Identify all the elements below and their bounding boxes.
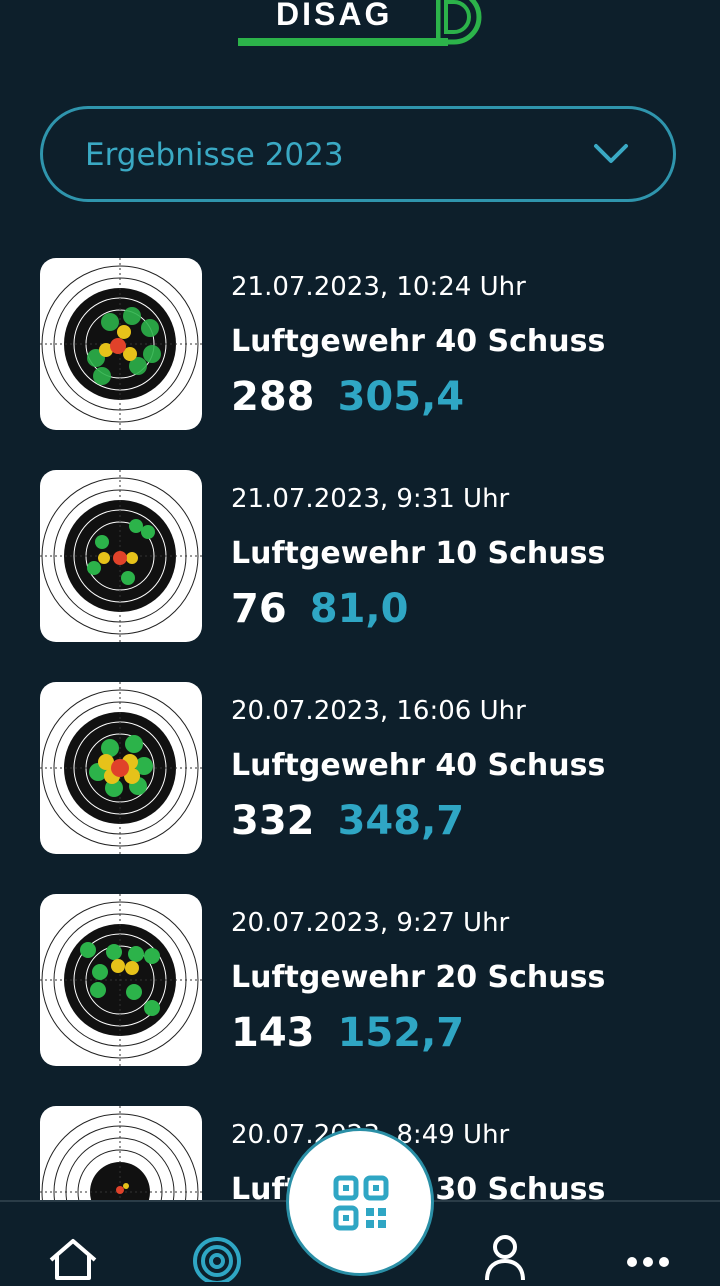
logo-text: DISAG [276,0,393,32]
target-thumbnail [40,470,202,642]
score-integer: 288 [231,374,315,420]
result-scores: 143 152,7 [231,1010,464,1056]
disag-logo: DISAG [238,0,488,50]
result-item[interactable]: 21.07.2023, 9:31 Uhr Luftgewehr 10 Schus… [0,470,720,650]
result-discipline: Luftgewehr 10 Schuss [231,536,606,571]
result-datetime: 21.07.2023, 9:31 Uhr [231,484,510,514]
score-decimal: 81,0 [309,586,409,632]
logo-d-mark [436,0,482,45]
profile-icon [485,1235,525,1281]
score-decimal: 305,4 [337,374,465,420]
result-item[interactable]: 20.07.2023, 9:27 Uhr Luftgewehr 20 Schus… [0,894,720,1074]
target-thumbnail [40,258,202,430]
target-icon [193,1237,241,1285]
year-filter-dropdown[interactable]: Ergebnisse 2023 [40,106,676,202]
result-datetime: 20.07.2023, 9:27 Uhr [231,908,510,938]
nav-profile-button[interactable] [484,1234,526,1286]
result-scores: 76 81,0 [231,586,408,632]
target-thumbnail [40,1106,202,1200]
nav-home-button[interactable] [48,1238,98,1284]
score-decimal: 348,7 [337,798,465,844]
more-icon [627,1257,669,1267]
qr-scan-icon [333,1175,389,1231]
home-icon [49,1239,97,1280]
score-integer: 76 [231,586,287,632]
result-scores: 332 348,7 [231,798,464,844]
chevron-down-icon [594,144,628,163]
result-discipline: Luftgewehr 40 Schuss [231,324,606,359]
logo-bar [238,38,448,46]
result-datetime: 21.07.2023, 10:24 Uhr [231,272,526,302]
result-item[interactable]: 20.07.2023, 16:06 Uhr Luftgewehr 40 Schu… [0,682,720,862]
result-discipline: Luftgewehr 20 Schuss [231,960,606,995]
nav-results-button[interactable] [192,1236,242,1286]
target-thumbnail [40,894,202,1066]
score-decimal: 152,7 [337,1010,465,1056]
scan-qr-button[interactable] [286,1128,434,1276]
result-item[interactable]: 21.07.2023, 10:24 Uhr Luftgewehr 40 Schu… [0,258,720,438]
score-integer: 332 [231,798,315,844]
score-integer: 143 [231,1010,315,1056]
result-discipline: Luftgewehr 40 Schuss [231,748,606,783]
nav-more-button[interactable] [626,1254,670,1273]
target-thumbnail [40,682,202,854]
results-list[interactable]: 21.07.2023, 10:24 Uhr Luftgewehr 40 Schu… [0,258,720,1200]
year-filter-label: Ergebnisse 2023 [85,137,344,173]
result-scores: 288 305,4 [231,374,464,420]
result-datetime: 20.07.2023, 16:06 Uhr [231,696,526,726]
